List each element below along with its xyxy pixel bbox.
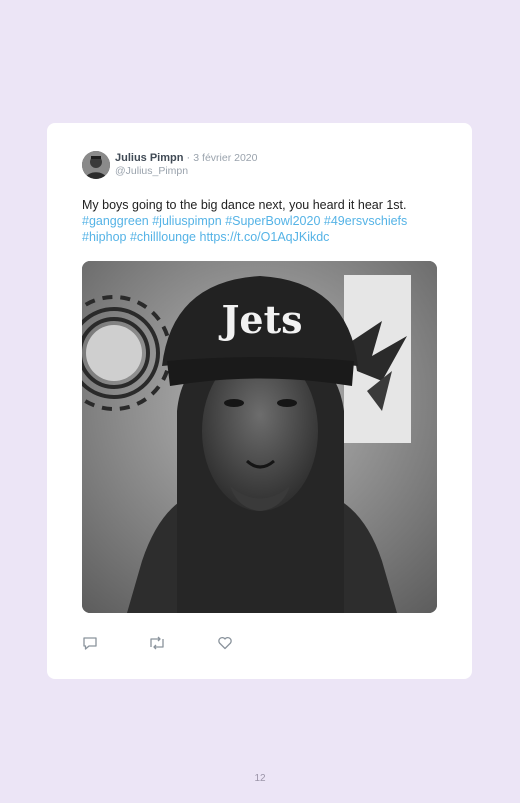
retweet-button[interactable] xyxy=(148,635,166,651)
author-handle[interactable]: @Julius_Pimpn xyxy=(115,165,188,178)
author-name[interactable]: Julius Pimpn xyxy=(115,152,183,164)
hashtag[interactable]: #hiphop xyxy=(82,230,127,244)
retweet-icon xyxy=(150,636,164,650)
hashtag[interactable]: #SuperBowl2020 xyxy=(225,214,320,228)
like-button[interactable] xyxy=(217,635,235,651)
hashtag[interactable]: #49ersvschiefs xyxy=(324,214,407,228)
photo-cap-text: Jets xyxy=(218,297,302,342)
tweet-body: My boys going to the big dance next, you… xyxy=(82,198,407,212)
author-line: Julius Pimpn · 3 février 2020 xyxy=(115,152,257,165)
hashtag[interactable]: #juliuspimpn xyxy=(152,214,221,228)
hashtag[interactable]: #chilllounge xyxy=(130,230,196,244)
separator-dot: · xyxy=(186,152,191,164)
photo-image: Jets xyxy=(82,261,437,613)
reply-button[interactable] xyxy=(82,635,100,651)
heart-icon xyxy=(218,636,232,650)
reply-icon xyxy=(83,637,97,650)
tweet-link[interactable]: https://t.co/O1AqJKikdc xyxy=(200,230,330,244)
page-number: 12 xyxy=(254,773,266,784)
tweet-date[interactable]: 3 février 2020 xyxy=(193,152,257,164)
tweet-text: My boys going to the big dance next, you… xyxy=(82,197,452,245)
avatar-image xyxy=(82,151,110,179)
tweet-card: Julius Pimpn · 3 février 2020 @Julius_Pi… xyxy=(47,123,472,679)
tweet-photo[interactable]: Jets xyxy=(82,261,437,613)
hashtag[interactable]: #ganggreen xyxy=(82,214,149,228)
avatar[interactable] xyxy=(82,151,110,179)
